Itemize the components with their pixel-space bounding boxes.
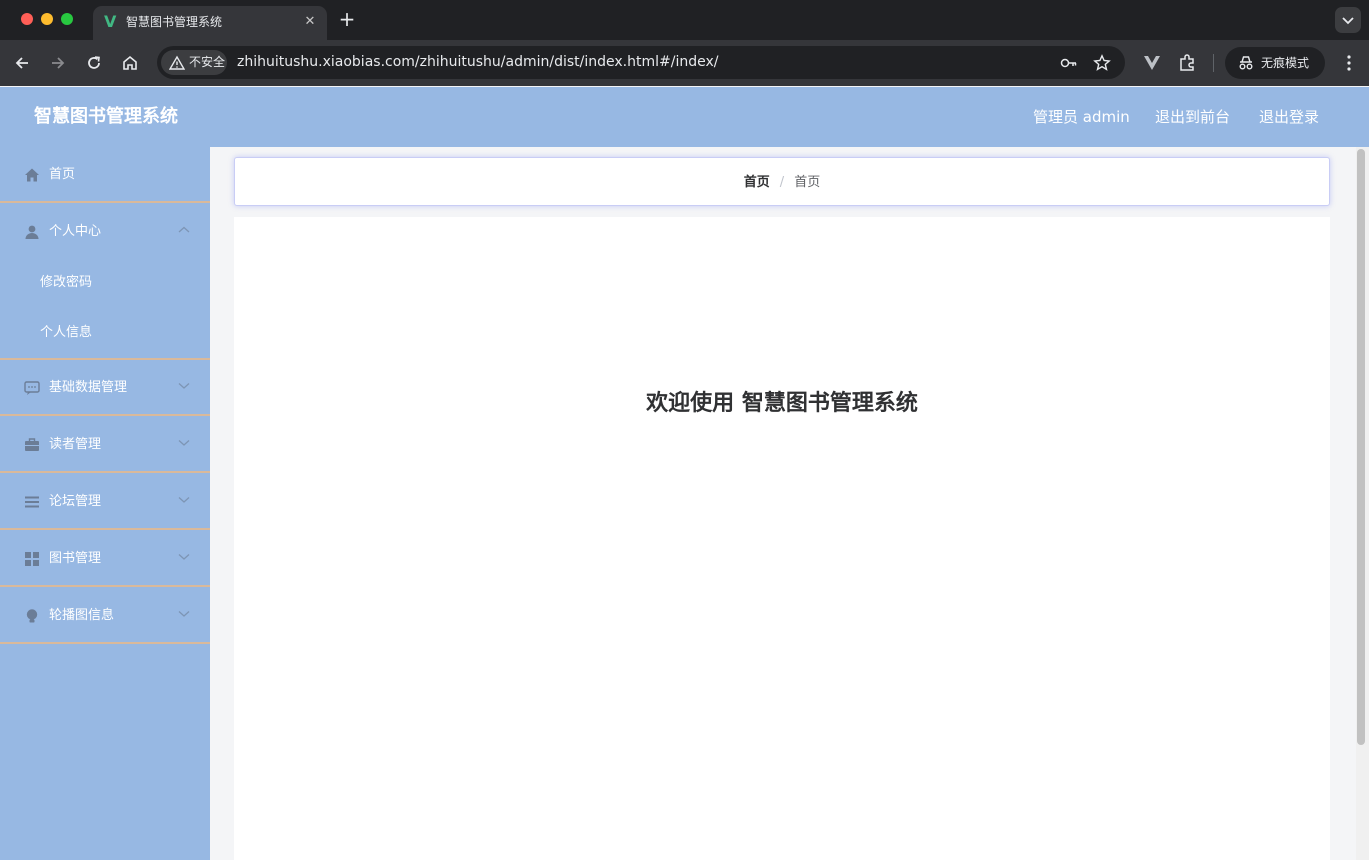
chevron-down-icon [178,383,190,389]
new-tab-icon[interactable]: + [337,9,357,29]
welcome-heading: 欢迎使用 智慧图书管理系统 [646,391,918,416]
chevron-down-icon [178,440,190,446]
warning-icon [169,55,185,70]
scrollbar-thumb[interactable] [1357,149,1365,745]
reload-icon [88,56,100,69]
security-label: 不安全 [189,55,226,69]
close-tab-icon[interactable]: ✕ [302,14,318,30]
logout-link[interactable]: 退出登录 [1259,107,1319,127]
extensions-puzzle-icon[interactable] [1176,51,1200,75]
sidebar-item-label: 首页 [49,167,76,182]
browser-tab-bar: V 智慧图书管理系统 ✕ + [0,0,1369,40]
browser-toolbar: 不安全 zhihuitushu.xiaobias.com/zhihuitushu… [0,40,1369,86]
app-title: 智慧图书管理系统 [34,106,178,127]
password-key-icon[interactable] [1060,54,1078,72]
briefcase-icon [25,438,39,451]
bulb-icon [26,609,38,623]
sidebar-item-label: 轮播图信息 [49,608,115,623]
incognito-indicator[interactable]: 无痕模式 [1225,47,1325,79]
tab-title: 智慧图书管理系统 [126,15,223,29]
grid-icon [25,552,39,566]
tab-search-button[interactable] [1335,7,1361,33]
submenu-item-change-password[interactable]: 修改密码 [0,258,210,308]
address-bar[interactable]: 不安全 zhihuitushu.xiaobias.com/zhihuitushu… [157,46,1125,79]
content-card: 欢迎使用 智慧图书管理系统 [234,217,1330,860]
toolbar-divider [1213,54,1214,72]
exit-to-frontend-link[interactable]: 退出到前台 [1155,107,1230,127]
vue-devtools-extension-icon[interactable] [1140,51,1164,75]
sidebar-item-readers[interactable]: 读者管理 [0,417,210,473]
arrow-right-icon [52,57,65,69]
security-chip[interactable]: 不安全 [161,50,227,75]
breadcrumb: 首页 / 首页 [234,157,1330,206]
url-text[interactable]: zhihuitushu.xiaobias.com/zhihuitushu/adm… [237,54,718,71]
forward-button[interactable] [45,50,71,76]
back-button[interactable] [9,50,35,76]
browser-menu-button[interactable] [1337,51,1361,75]
submenu-item-label: 个人信息 [40,325,93,340]
breadcrumb-current: 首页 [794,175,821,190]
maximize-window-button[interactable] [61,13,73,25]
close-window-button[interactable] [21,13,33,25]
sidebar-item-profile[interactable]: 个人中心 [0,204,210,261]
sidebar-item-carousel[interactable]: 轮播图信息 [0,588,210,644]
submenu-item-label: 修改密码 [40,275,93,290]
chevron-down-icon [1342,17,1354,25]
sidebar-item-books[interactable]: 图书管理 [0,531,210,587]
main-content: 首页 / 首页 欢迎使用 智慧图书管理系统 [210,147,1356,860]
sidebar-item-label: 图书管理 [49,551,102,566]
chevron-up-icon [178,226,190,233]
incognito-label: 无痕模式 [1261,56,1310,70]
sidebar: 首页 个人中心 修改密码 个人信息 基础数据管理 读者管理 论坛管理 图书管理 … [0,147,210,860]
arrow-left-icon [15,57,28,69]
sidebar-item-base-data[interactable]: 基础数据管理 [0,360,210,416]
submenu-item-personal-info[interactable]: 个人信息 [0,308,210,360]
page-scrollbar[interactable] [1356,147,1369,860]
chevron-down-icon [178,497,190,503]
browser-tab[interactable]: V 智慧图书管理系统 ✕ [93,6,327,40]
admin-user-label[interactable]: 管理员 admin [1033,107,1130,127]
chevron-down-icon [178,554,190,560]
sidebar-item-label: 个人中心 [49,224,102,239]
chat-icon [24,381,40,395]
home-button[interactable] [117,50,143,76]
reload-button[interactable] [81,50,107,76]
sidebar-item-forum[interactable]: 论坛管理 [0,474,210,530]
vue-logo-icon: V [104,12,117,31]
home-icon [25,168,39,182]
user-icon [25,225,39,239]
sidebar-item-label: 论坛管理 [49,494,102,509]
breadcrumb-home-link[interactable]: 首页 [744,175,770,190]
sidebar-item-home[interactable]: 首页 [0,147,210,203]
breadcrumb-separator: / [779,175,785,190]
bookmark-star-icon[interactable] [1093,54,1111,72]
app-header: 智慧图书管理系统 管理员 admin 退出到前台 退出登录 [0,87,1369,147]
chevron-down-icon [178,611,190,617]
minimize-window-button[interactable] [41,13,53,25]
home-outline-icon [123,55,137,70]
list-icon [25,496,39,508]
sidebar-item-label: 基础数据管理 [49,380,128,395]
sidebar-item-label: 读者管理 [49,437,102,452]
incognito-icon [1239,56,1253,70]
more-vertical-icon [1347,55,1351,71]
